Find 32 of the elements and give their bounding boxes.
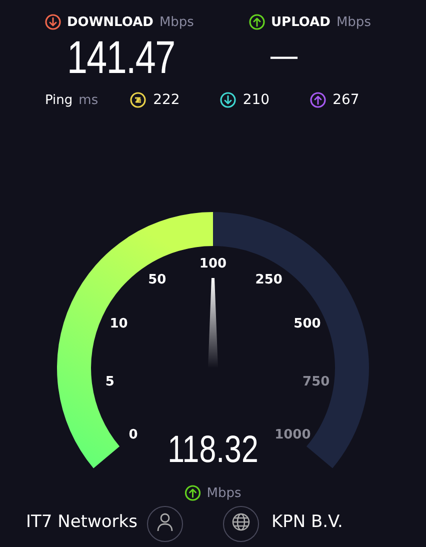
scale-label: 10 — [110, 316, 128, 332]
upload-icon — [184, 485, 201, 501]
unit-label: Mbps — [159, 14, 194, 30]
upload-speed: — — [269, 38, 299, 76]
ping-label: Ping — [45, 92, 73, 108]
globe-icon — [232, 513, 250, 531]
scale-label: 750 — [302, 374, 330, 390]
upload-icon — [310, 92, 326, 108]
unit-label: ms — [78, 92, 98, 108]
ping-icon — [130, 92, 146, 108]
ping-value: 210 — [242, 92, 270, 108]
provider-name: IT7 Networks — [26, 512, 138, 532]
download-icon — [220, 92, 236, 108]
unit-label: Mbps — [206, 486, 242, 500]
server-name: KPN B.V. — [271, 512, 343, 532]
ping-value: 222 — [153, 92, 180, 108]
scale-label: 100 — [199, 256, 227, 272]
scale-label: 50 — [148, 272, 166, 288]
scale-label: 0 — [128, 427, 138, 442]
download-icon — [45, 14, 61, 30]
speed-reading: 118.32 — [168, 428, 258, 472]
upload-label: UPLOAD — [271, 14, 330, 30]
ping-value: 267 — [332, 92, 360, 108]
download-speed: 141.47 — [67, 30, 175, 84]
scale-label: 250 — [255, 272, 282, 288]
download-label: DOWNLOAD — [67, 14, 154, 30]
scale-label: 1000 — [274, 427, 311, 442]
person-icon — [157, 513, 174, 531]
unit-label: Mbps — [336, 14, 371, 30]
upload-icon — [249, 14, 265, 30]
scale-label: 500 — [294, 316, 321, 332]
scale-label: 5 — [105, 374, 114, 390]
